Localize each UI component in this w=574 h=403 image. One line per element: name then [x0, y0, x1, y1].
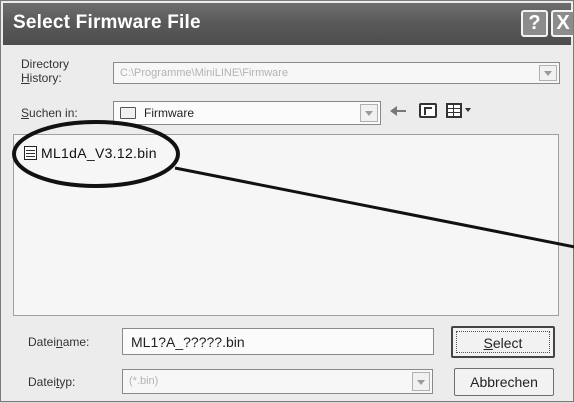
file-list[interactable]: ML1dA_V3.12.bin: [13, 134, 559, 316]
filetype-dropdown-icon[interactable]: [412, 372, 430, 391]
directory-history-dropdown-icon[interactable]: [539, 65, 557, 81]
folder-icon: [120, 107, 136, 119]
filetype-combobox[interactable]: (*.bin): [122, 369, 433, 394]
directory-history-label-line2: History:: [21, 71, 62, 85]
view-menu-icon[interactable]: [446, 103, 462, 118]
select-firmware-dialog: Select Firmware File ? X Directory Histo…: [0, 0, 574, 402]
directory-history-label: Directory History:: [21, 57, 69, 85]
look-in-value: Firmware: [144, 106, 194, 120]
help-button[interactable]: ?: [521, 10, 548, 37]
file-name: ML1dA_V3.12.bin: [41, 145, 157, 161]
look-in-combobox[interactable]: Firmware: [113, 101, 381, 125]
select-button[interactable]: Select: [451, 326, 555, 358]
up-folder-icon[interactable]: [419, 103, 437, 118]
look-in-label: Suchen in:: [21, 106, 78, 120]
filename-label: Dateiname:: [28, 335, 90, 349]
title-bar[interactable]: Select Firmware File ? X: [3, 3, 573, 45]
bin-file-icon: [24, 146, 37, 160]
view-menu-caret-icon[interactable]: [465, 108, 471, 112]
dialog-title: Select Firmware File: [13, 12, 201, 33]
look-in-dropdown-icon[interactable]: [360, 104, 378, 122]
close-button[interactable]: X: [551, 10, 573, 37]
directory-history-combobox[interactable]: C:\Programme\MiniLINE\Firmware: [113, 62, 560, 84]
cancel-button[interactable]: Abbrechen: [454, 368, 554, 396]
directory-history-label-line1: Directory: [21, 57, 70, 71]
directory-history-value: C:\Programme\MiniLINE\Firmware: [120, 67, 289, 79]
filetype-value: (*.bin): [129, 375, 159, 387]
filetype-label: Dateityp:: [28, 375, 76, 389]
back-arrow-icon[interactable]: [390, 104, 410, 118]
select-button-label: Select: [456, 331, 550, 353]
filename-field[interactable]: [122, 328, 434, 355]
filename-input[interactable]: [123, 329, 433, 354]
